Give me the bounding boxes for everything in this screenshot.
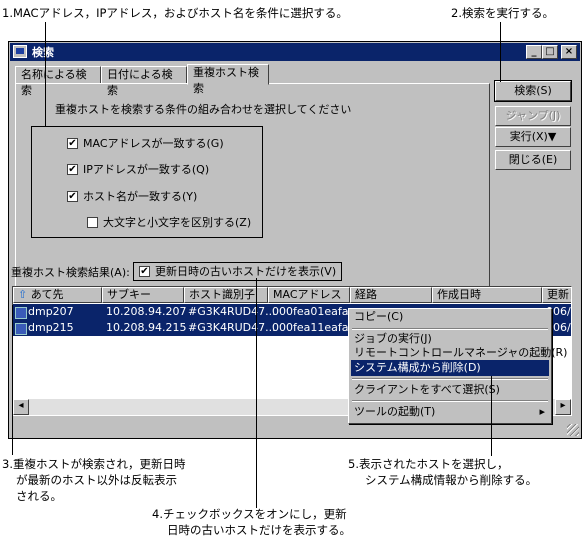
maximize-button[interactable]: □ <box>542 45 558 59</box>
title-bar: 検索 _ □ × <box>10 43 580 61</box>
scroll-left-button[interactable]: ◂ <box>13 399 29 415</box>
panel-instruction: 重複ホストを検索する条件の組み合わせを選択してください <box>55 103 352 116</box>
hostname-checkbox[interactable]: ✔ <box>67 191 78 202</box>
cell-host-id: #G3K4RUD47... <box>188 305 276 318</box>
old-hosts-only-checkbox[interactable]: ✔ <box>139 266 150 277</box>
callout-line-4 <box>256 278 257 508</box>
menu-separator <box>352 328 548 330</box>
callout-line-1 <box>45 22 46 126</box>
menu-item-copy[interactable]: コピー(C) <box>351 309 549 325</box>
cell-subkey: 10.208.94.215 <box>106 321 187 334</box>
annotation-3-line1: 3.重複ホストが検索され，更新日時 <box>2 457 186 471</box>
cell-mac: 000fea01eafa <box>272 305 349 318</box>
host-icon <box>15 323 27 335</box>
execute-button[interactable]: 実行(X)▼ <box>495 127 571 147</box>
menu-separator <box>352 400 548 402</box>
callout-line-3 <box>12 305 13 455</box>
tab-search-by-name[interactable]: 名称による検索 <box>15 66 101 97</box>
results-label: 重複ホスト検索結果(A): <box>11 266 130 279</box>
minimize-button[interactable]: _ <box>526 45 542 59</box>
column-header-destination-label: あて先 <box>30 288 64 301</box>
ip-checkbox[interactable]: ✔ <box>67 164 78 175</box>
ip-checkbox-label: IPアドレスが一致する(Q) <box>83 163 210 176</box>
host-icon <box>15 307 27 319</box>
cell-destination: dmp215 <box>28 321 74 334</box>
callout-line-2 <box>500 22 501 82</box>
menu-item-remote-control[interactable]: リモートコントロールマネージャの起動(R) <box>351 345 567 361</box>
cell-host-id: #G3K4RUD47... <box>188 321 276 334</box>
annotation-3-line2: が最新のホスト以外は反転表示 <box>16 473 177 487</box>
column-header-created[interactable]: 作成日時 <box>432 287 542 303</box>
annotation-5-line2: システム構成情報から削除する。 <box>365 473 538 487</box>
old-hosts-only-label: 更新日時の古いホストだけを表示(V) <box>155 265 337 278</box>
resize-grip[interactable] <box>567 424 579 436</box>
case-sensitive-checkbox-label: 大文字と小文字を区別する(Z) <box>103 216 252 229</box>
column-header-destination[interactable]: ⇧ あて先 <box>13 287 102 303</box>
annotation-1: 1.MACアドレス，IPアドレス，およびホスト名を条件に選択する。 <box>2 6 348 20</box>
close-window-button[interactable]: × <box>561 45 577 59</box>
column-header-subkey[interactable]: サブキー <box>102 287 184 303</box>
menu-item-launch-tool[interactable]: ツールの起動(T) ▸ <box>351 404 549 420</box>
menu-item-select-all-clients[interactable]: クライアントをすべて選択(S) <box>351 382 549 398</box>
context-menu: コピー(C) ジョブの実行(J) リモートコントロールマネージャの起動(R) シ… <box>348 308 567 424</box>
column-header-updated[interactable]: 更新日 <box>542 287 571 303</box>
close-button[interactable]: 閉じる(E) <box>495 150 571 170</box>
sort-arrow-icon: ⇧ <box>18 288 28 301</box>
callout-line-5 <box>491 376 492 456</box>
window-icon <box>13 45 27 58</box>
annotation-4-line2: 日時の古いホストだけを表示する。 <box>167 523 351 537</box>
jump-button[interactable]: ジャンプ(J) <box>495 106 571 126</box>
column-header-mac[interactable]: MACアドレス <box>268 287 350 303</box>
case-sensitive-checkbox[interactable] <box>87 217 98 228</box>
tab-duplicate-host-search[interactable]: 重複ホスト検索 <box>187 64 269 95</box>
annotation-3-line3: される。 <box>16 489 62 503</box>
menu-item-delete-from-system[interactable]: システム構成から削除(D) <box>351 360 549 376</box>
cell-subkey: 10.208.94.207 <box>106 305 187 318</box>
window-title: 検索 <box>32 46 54 59</box>
scroll-right-button[interactable]: ▸ <box>555 399 571 415</box>
mac-checkbox-label: MACアドレスが一致する(G) <box>83 137 224 150</box>
annotation-2: 2.検索を実行する。 <box>451 6 554 20</box>
column-header-route[interactable]: 経路 <box>350 287 432 303</box>
hostname-checkbox-label: ホスト名が一致する(Y) <box>83 190 198 203</box>
search-button[interactable]: 検索(S) <box>494 80 572 102</box>
mac-checkbox[interactable]: ✔ <box>67 138 78 149</box>
menu-separator <box>352 378 548 380</box>
callout-line-1-tick <box>45 126 57 127</box>
annotation-5-line1: 5.表示されたホストを選択し， <box>348 457 509 471</box>
cell-destination: dmp207 <box>28 305 74 318</box>
cell-mac: 000fea11eafa <box>272 321 349 334</box>
annotation-4-line1: 4.チェックボックスをオンにし，更新 <box>152 507 347 521</box>
submenu-arrow-icon: ▸ <box>539 405 545 418</box>
menu-item-launch-tool-label: ツールの起動(T) <box>354 405 436 418</box>
tab-search-by-date[interactable]: 日付による検索 <box>101 66 187 97</box>
